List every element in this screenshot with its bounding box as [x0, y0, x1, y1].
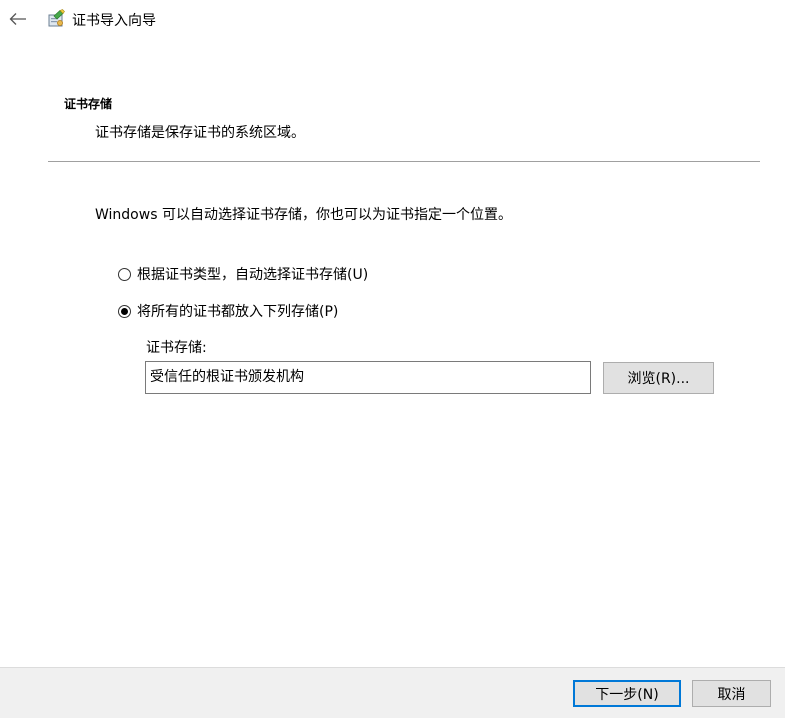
certificate-store-field[interactable] [145, 361, 591, 394]
certificate-wizard-icon [48, 9, 65, 27]
arrow-left-icon [9, 13, 26, 25]
radio-auto-select-store[interactable]: 根据证书类型，自动选择证书存储(U) [118, 264, 368, 284]
browse-button[interactable]: 浏览(R)... [603, 362, 714, 394]
radio-label: 根据证书类型，自动选择证书存储(U) [137, 267, 369, 283]
header-divider [48, 161, 760, 162]
footer-bar: 下一步(N) 取消 [0, 667, 785, 718]
title-bar: 证书导入向导 [0, 0, 785, 38]
window-title: 证书导入向导 [72, 13, 156, 29]
page-heading: 证书存储 [64, 97, 113, 111]
intro-text: Windows 可以自动选择证书存储，你也可以为证书指定一个位置。 [95, 207, 512, 223]
certificate-store-label: 证书存储: [146, 340, 207, 356]
page-description: 证书存储是保存证书的系统区域。 [95, 125, 305, 141]
back-button[interactable] [6, 8, 30, 30]
radio-button[interactable] [118, 267, 131, 281]
next-button[interactable]: 下一步(N) [573, 680, 681, 707]
cancel-button[interactable]: 取消 [692, 680, 771, 707]
radio-place-in-store[interactable]: 将所有的证书都放入下列存储(P) [118, 301, 338, 321]
radio-button-selected[interactable] [118, 304, 131, 318]
radio-label: 将所有的证书都放入下列存储(P) [137, 304, 339, 320]
